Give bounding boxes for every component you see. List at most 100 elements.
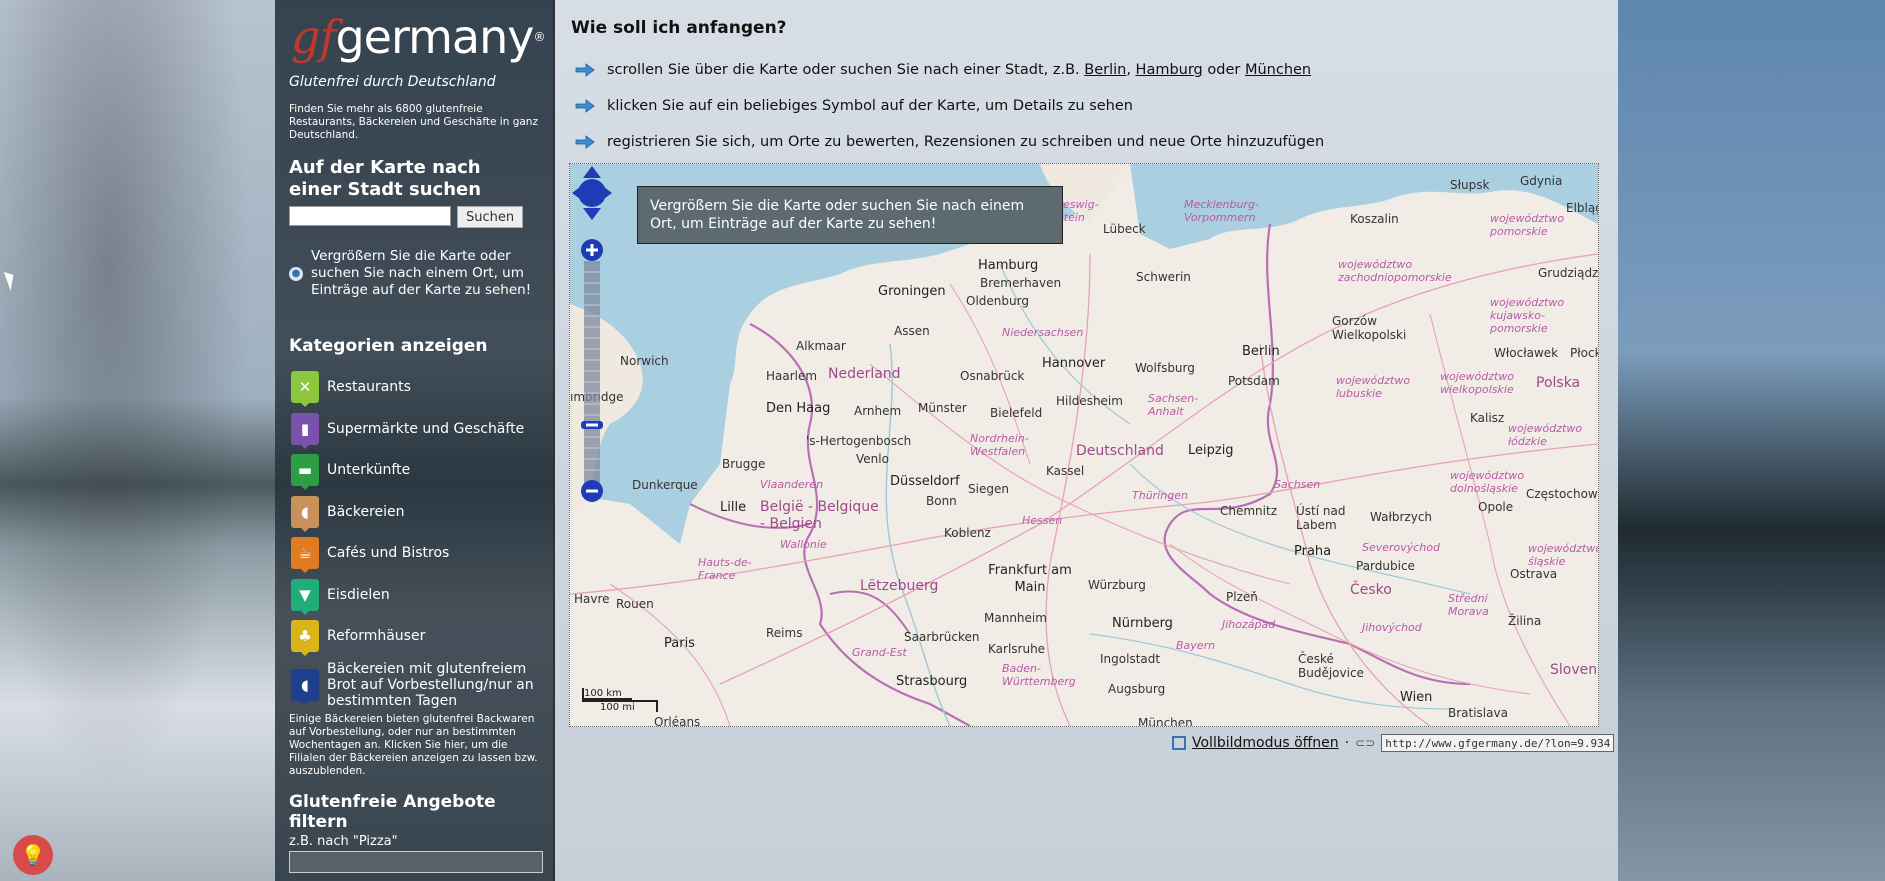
map-label: Ostrava [1510, 567, 1558, 581]
filter-heading: Glutenfreie Angebote filtern [289, 792, 496, 832]
bread-icon: ◖ [291, 495, 319, 532]
fullscreen-link[interactable]: Vollbildmodus öffnen [1192, 735, 1339, 751]
category-label: Restaurants [327, 379, 411, 395]
map-label: Paris [664, 636, 695, 651]
map-label: Mannheim [984, 611, 1047, 625]
category-bakery-preorder[interactable]: ◖ Bäckereien mit glutenfreiem Brot auf V… [291, 661, 545, 709]
map-label: Siegen [968, 482, 1009, 496]
step1-sep2: oder [1207, 62, 1241, 78]
map-label: Thüringen [1132, 489, 1188, 502]
icecream-icon: ▼ [291, 578, 319, 615]
map-label: Osnabrück [960, 369, 1025, 383]
bakery-toggle-note[interactable]: Einige Bäckereien bieten glutenfrei Back… [289, 713, 543, 778]
link-hamburg[interactable]: Hamburg [1136, 62, 1203, 78]
category-icecream[interactable]: ▼ Eisdielen [291, 578, 545, 615]
map-label: Pardubice [1356, 559, 1415, 573]
map-label: Hannover [1042, 356, 1106, 371]
map-label: Gdynia [1520, 174, 1563, 188]
category-cafes[interactable]: ☕ Cafés und Bistros [291, 536, 545, 573]
category-accommodation[interactable]: ▬ Unterkünfte [291, 453, 545, 490]
map-label: Ústí nad Labem [1296, 504, 1346, 532]
arrow-right-icon [575, 99, 595, 113]
map-label: Grand-Est [852, 646, 907, 659]
coffee-icon: ☕ [291, 537, 319, 573]
step-text: scrollen Sie über die Karte oder suchen … [607, 62, 1311, 78]
category-healthfood[interactable]: ♣ Reformhäuser [291, 619, 545, 656]
zoom-note-text: Vergrößern Sie die Karte oder suchen Sie… [311, 248, 532, 298]
map-label: Orléans [654, 715, 701, 727]
map-label: Assen [894, 324, 930, 338]
map-label: Niedersachsen [1002, 326, 1084, 339]
step1-sep1: , [1126, 62, 1131, 78]
link-berlin[interactable]: Berlin [1084, 62, 1126, 78]
map-label: Kalisz [1470, 411, 1505, 425]
wheat-icon: ♣ [291, 620, 319, 656]
map-label: Bielefeld [990, 406, 1043, 420]
zoom-in-button[interactable] [581, 239, 603, 261]
map-label: Žilina [1508, 614, 1542, 628]
map-label: Nordrhein-Westfalen [970, 432, 1029, 458]
map-label: Chemnitz [1220, 504, 1277, 518]
map-label: Słupsk [1450, 178, 1490, 192]
search-row: Suchen [289, 206, 524, 228]
map-label: Brugge [722, 457, 766, 471]
map-label: województwo pomorskie [1490, 212, 1565, 238]
map-label: Gorzów Wielkopolski [1332, 314, 1407, 342]
map-label: Haarlem [766, 369, 818, 383]
fullscreen-icon[interactable] [1172, 736, 1186, 750]
map-label: województwo lubuskie [1336, 374, 1411, 400]
info-icon: ● [289, 266, 303, 281]
map-label: Ingolstadt [1100, 652, 1161, 666]
map-label: Wolfsburg [1135, 361, 1195, 375]
map-label: Karlsruhe [988, 642, 1046, 656]
zoom-out-button[interactable] [581, 480, 603, 502]
map-label: Hildesheim [1056, 394, 1123, 408]
category-restaurants[interactable]: ✕ Restaurants [291, 370, 545, 407]
tagline: Glutenfrei durch Deutschland [289, 74, 496, 90]
map-footer: Vollbildmodus öffnen · ⊂⊃ [1172, 734, 1615, 752]
map-label: České Budějovice [1298, 652, 1364, 680]
map-label: Wałbrzych [1370, 510, 1433, 524]
search-button[interactable]: Suchen [457, 206, 524, 228]
map-label: Jihozápad [1222, 618, 1276, 631]
pan-control[interactable] [572, 166, 612, 220]
city-search-input[interactable] [289, 206, 451, 226]
intro-text: Finden Sie mehr als 6800 glutenfreie Res… [289, 103, 538, 141]
map-label: Norwich [620, 354, 669, 368]
map-label: Włocławek [1494, 346, 1559, 360]
search-heading: Auf der Karte nach einer Stadt suchen [289, 157, 482, 200]
permalink-input[interactable] [1381, 734, 1615, 752]
category-label: Reformhäuser [327, 628, 426, 644]
scale-mi: 100 mi [582, 700, 658, 713]
map-label: Rouen [616, 597, 654, 611]
map-label: Česko [1350, 582, 1392, 598]
map-label: Střední Morava [1448, 592, 1489, 618]
category-bakeries[interactable]: ◖ Bäckereien [291, 495, 545, 532]
map-label: Lëtzebuerg [860, 578, 939, 594]
filter-input[interactable] [289, 851, 543, 873]
map-label: Wien [1400, 690, 1433, 705]
map-label: Leipzig [1188, 443, 1234, 458]
map-label: Opole [1478, 500, 1514, 514]
map-label: Baden-Württemberg [1002, 662, 1076, 688]
step-item: klicken Sie auf ein beliebiges Symbol au… [575, 88, 1324, 124]
map-label: Mecklenburg-Vorpommern [1184, 198, 1259, 224]
filter-hint: z.B. nach "Pizza" [289, 834, 398, 849]
map-label: Deutschland [1076, 443, 1164, 459]
category-label: Supermärkte und Geschäfte [327, 420, 525, 437]
map-label: Groningen [878, 284, 946, 299]
map-label: Havre [574, 592, 610, 606]
logo-registered: ® [533, 30, 545, 44]
feedback-bubble-icon[interactable]: 💡 [13, 835, 53, 875]
map-viewport[interactable]: Słupsk Gdynia Elbląg Koszalin województw… [569, 163, 1599, 727]
category-supermarkets[interactable]: ▮ Supermärkte und Geschäfte [291, 412, 545, 449]
map-label: Nürnberg [1112, 616, 1173, 631]
step-text: registrieren Sie sich, um Orte zu bewert… [607, 134, 1325, 150]
map-label: Lübeck [1103, 222, 1146, 236]
map-label: Jihovýchod [1362, 621, 1422, 634]
sidebar: gfgermany® Glutenfrei durch Deutschland … [275, 0, 556, 881]
map-label: województwo zachodniopomorskie [1338, 258, 1452, 284]
scale-km-label: 100 km [584, 688, 622, 699]
site-logo[interactable]: gfgermany® [291, 12, 545, 62]
link-munchen[interactable]: München [1245, 62, 1311, 78]
